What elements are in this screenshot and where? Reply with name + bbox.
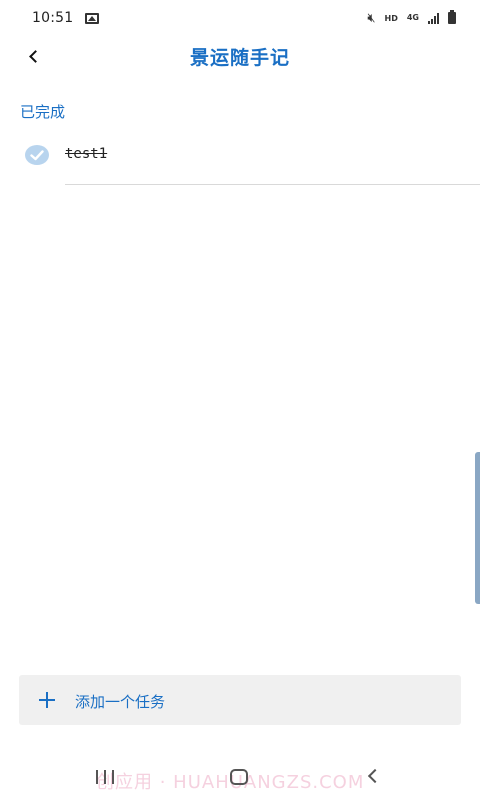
page-title: 景运随手记 [189,46,290,69]
home-icon[interactable] [230,769,248,785]
gallery-notification-icon [85,12,100,24]
task-text: test1 [65,146,108,162]
plus-icon [39,692,55,708]
check-circle-icon[interactable] [25,145,49,165]
checkmark-icon [30,149,44,160]
task-row[interactable]: test1 [0,132,480,186]
completed-section-header: 已完成 [20,103,66,121]
recent-apps-icon[interactable] [96,770,114,784]
task-divider [65,184,480,185]
screen: 10:51 🔇︎ HD 4G 景运随手记 已完成 test1 添加一个任务 创应… [0,0,480,800]
system-back-icon[interactable] [367,768,383,784]
battery-icon [448,10,456,24]
app-bar: 景运随手记 [0,36,480,76]
system-navigation-bar: 创应用 · HUAHUANGZS.COM [0,752,480,800]
add-task-label: 添加一个任务 [75,693,166,711]
hd-badge: HD [384,13,398,23]
signal-icon [428,12,439,24]
network-type-label: 4G [406,13,419,22]
chevron-left-icon [29,49,42,63]
status-bar: 10:51 🔇︎ HD 4G [0,0,480,36]
status-time: 10:51 [32,10,74,26]
status-icons: 🔇︎ HD 4G [367,10,456,26]
scrollbar-handle[interactable] [475,452,480,604]
mute-icon: 🔇︎ [367,10,376,26]
back-button[interactable] [18,40,50,72]
add-task-button[interactable]: 添加一个任务 [19,675,461,725]
